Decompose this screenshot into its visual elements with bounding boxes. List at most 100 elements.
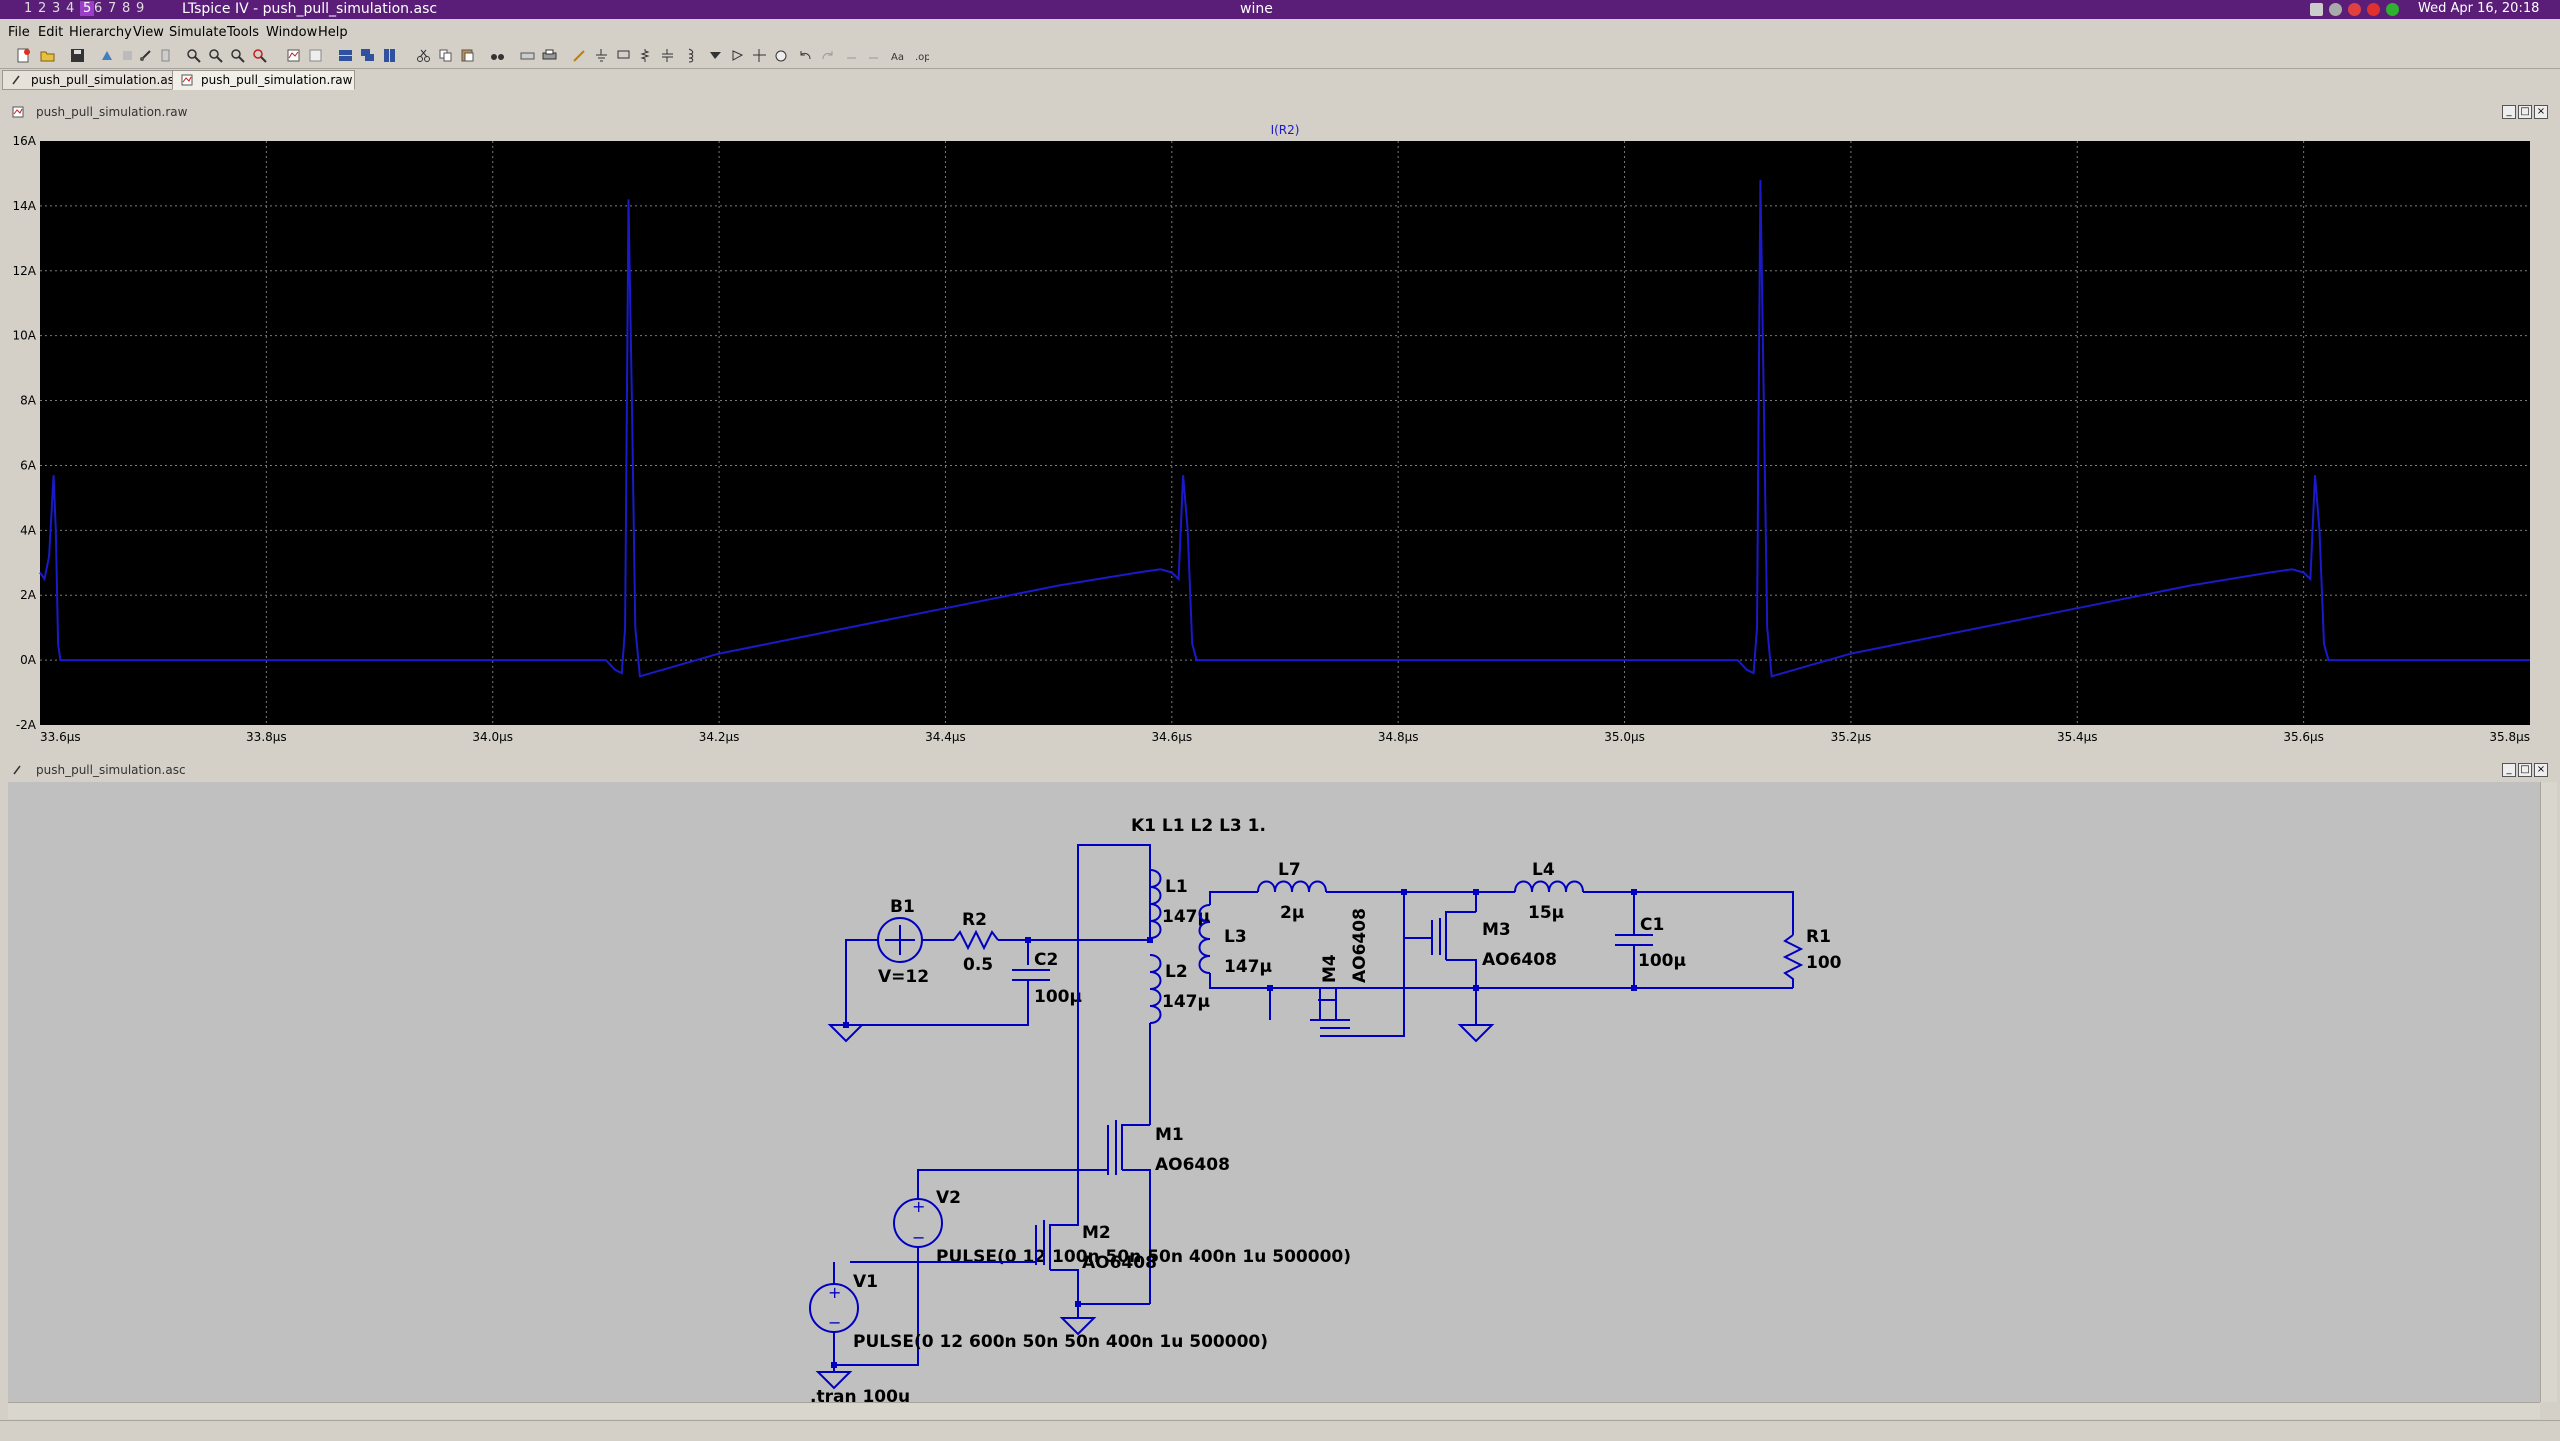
minimize-icon[interactable]: _ bbox=[2502, 105, 2516, 119]
resistor-r2[interactable] bbox=[953, 929, 999, 951]
pause-icon[interactable] bbox=[158, 48, 173, 63]
system-tray[interactable] bbox=[2310, 3, 2399, 16]
schematic-canvas[interactable]: K1 L1 L2 L3 1. B1 V=12 R2 0.5 C2 100µ L1… bbox=[8, 782, 2548, 1407]
workspace-2[interactable]: 2 bbox=[38, 1, 46, 16]
pan-icon[interactable] bbox=[208, 48, 223, 63]
schematic-vertical-scrollbar[interactable] bbox=[2540, 782, 2557, 1402]
m3-label: M3 bbox=[1482, 920, 1511, 940]
plot-background[interactable] bbox=[40, 141, 2530, 725]
label-net-icon[interactable] bbox=[616, 48, 631, 63]
mark-icon[interactable] bbox=[308, 48, 323, 63]
menu-help[interactable]: Help bbox=[318, 25, 348, 40]
active-window-title: LTspice IV - push_pull_simulation.asc bbox=[182, 1, 438, 17]
waveform-plot[interactable]: -2A 0A 2A 4A 6A 8A 10A 12A 14A 16A 33.6µs 33.8µs 34… bbox=[0, 122, 2560, 752]
schematic-drawing[interactable]: K1 L1 L2 L3 1. B1 V=12 R2 0.5 C2 100µ L1… bbox=[8, 782, 2540, 1407]
drag-icon[interactable] bbox=[774, 48, 789, 63]
trace-label[interactable]: I(R2) bbox=[1271, 123, 1300, 137]
control-panel-icon[interactable] bbox=[100, 48, 115, 63]
workspace-8[interactable]: 8 bbox=[122, 1, 130, 16]
close-icon[interactable]: × bbox=[2534, 105, 2548, 119]
maximize-icon[interactable]: □ bbox=[2518, 763, 2532, 777]
print-icon[interactable] bbox=[542, 48, 557, 63]
capacitor-c2[interactable] bbox=[846, 969, 1050, 1026]
plot-window-title: push_pull_simulation.raw bbox=[36, 105, 188, 119]
tab-schematic[interactable]: push_pull_simulation.asc bbox=[2, 70, 181, 90]
mosfet-m1[interactable]: M1 AO6408 bbox=[1078, 1120, 1230, 1304]
text-icon[interactable]: Aa bbox=[890, 48, 905, 63]
coupling-directive[interactable]: K1 L1 L2 L3 1. bbox=[1131, 816, 1266, 836]
rotate-icon[interactable] bbox=[844, 48, 859, 63]
resistor-r1[interactable] bbox=[1782, 934, 1804, 988]
l2-value: 147µ bbox=[1162, 992, 1210, 1012]
source-b1[interactable]: B1 V=12 bbox=[877, 897, 929, 987]
network-icon[interactable] bbox=[2329, 3, 2342, 16]
redo-icon[interactable] bbox=[820, 48, 835, 63]
capacitor-c1[interactable] bbox=[1615, 892, 1653, 988]
close-icon[interactable]: × bbox=[2534, 763, 2548, 777]
run-icon[interactable] bbox=[138, 48, 153, 63]
spice-directive-icon[interactable]: .op bbox=[914, 48, 929, 63]
update-icon[interactable] bbox=[2386, 3, 2399, 16]
menu-edit[interactable]: Edit bbox=[38, 25, 63, 40]
zoom-fit-icon[interactable] bbox=[252, 48, 267, 63]
source-v1[interactable]: + − V1 PULSE(0 12 600n 50n 50n 400n 1u 5… bbox=[809, 1262, 1268, 1352]
menu-view[interactable]: View bbox=[133, 25, 164, 40]
clock[interactable]: Wed Apr 16, 20:18 bbox=[2418, 1, 2539, 16]
mirror-icon[interactable] bbox=[866, 48, 881, 63]
new-schematic-icon[interactable] bbox=[16, 48, 31, 63]
paste-icon[interactable] bbox=[460, 48, 475, 63]
autorange-icon[interactable] bbox=[286, 48, 301, 63]
schematic-horizontal-scrollbar[interactable] bbox=[8, 1402, 2540, 1419]
undo-icon[interactable] bbox=[798, 48, 813, 63]
workspace-4[interactable]: 4 bbox=[66, 1, 74, 16]
menu-tools[interactable]: Tools bbox=[227, 25, 259, 40]
power-icon[interactable] bbox=[2367, 3, 2380, 16]
cut-icon[interactable] bbox=[416, 48, 431, 63]
inductor-l2[interactable] bbox=[1149, 954, 1162, 1024]
waveform-viewer[interactable]: -2A 0A 2A 4A 6A 8A 10A 12A 14A 16A 33.6µs 33.8µs 34… bbox=[0, 122, 2560, 752]
find-icon[interactable] bbox=[490, 48, 505, 63]
workspace-1[interactable]: 1 bbox=[24, 1, 32, 16]
workspace-5[interactable]: 5 bbox=[80, 1, 95, 16]
tran-directive[interactable]: .tran 100u bbox=[810, 1387, 910, 1407]
svg-text:Aa: Aa bbox=[891, 52, 904, 63]
tab-waveform[interactable]: push_pull_simulation.raw bbox=[172, 70, 355, 90]
bluetooth-icon[interactable] bbox=[2348, 3, 2361, 16]
menu-file[interactable]: File bbox=[8, 25, 30, 40]
schematic-window-titlebar[interactable]: push_pull_simulation.asc _ □ × bbox=[8, 762, 2556, 778]
resistor-icon[interactable] bbox=[638, 48, 653, 63]
workspace-7[interactable]: 7 bbox=[108, 1, 116, 16]
draw-wire-icon[interactable] bbox=[572, 48, 587, 63]
workspace-9[interactable]: 9 bbox=[136, 1, 144, 16]
zoom-in-icon[interactable] bbox=[186, 48, 201, 63]
tile-horizontal-icon[interactable] bbox=[338, 48, 353, 63]
inductor-l1[interactable] bbox=[1149, 869, 1162, 939]
diode-icon[interactable] bbox=[708, 48, 723, 63]
copy-icon[interactable] bbox=[438, 48, 453, 63]
ground-icon[interactable] bbox=[594, 48, 609, 63]
plot-window-titlebar[interactable]: push_pull_simulation.raw _ □ × bbox=[8, 104, 2556, 120]
mosfet-m3[interactable]: M3 AO6408 bbox=[1270, 892, 1557, 1043]
menu-simulate[interactable]: Simulate bbox=[169, 25, 226, 40]
keyboard-icon[interactable] bbox=[2310, 3, 2323, 16]
capacitor-icon[interactable] bbox=[660, 48, 675, 63]
save-icon[interactable] bbox=[70, 48, 85, 63]
menu-hierarchy[interactable]: Hierarchy bbox=[69, 25, 132, 40]
maximize-icon[interactable]: □ bbox=[2518, 105, 2532, 119]
workspace-6[interactable]: 6 bbox=[94, 1, 102, 16]
open-icon[interactable] bbox=[40, 48, 55, 63]
move-icon[interactable] bbox=[752, 48, 767, 63]
minimize-icon[interactable]: _ bbox=[2502, 763, 2516, 777]
workspace-3[interactable]: 3 bbox=[52, 1, 60, 16]
zoom-out-icon[interactable] bbox=[230, 48, 245, 63]
inductor-l7[interactable] bbox=[1257, 880, 1327, 893]
inductor-icon[interactable] bbox=[682, 48, 697, 63]
component-icon[interactable] bbox=[730, 48, 745, 63]
cascade-icon[interactable] bbox=[360, 48, 375, 63]
halt-icon[interactable] bbox=[120, 48, 135, 63]
tile-vertical-icon[interactable] bbox=[382, 48, 397, 63]
y-tick-label: 6A bbox=[20, 458, 37, 472]
print-setup-icon[interactable] bbox=[520, 48, 535, 63]
inductor-l4[interactable] bbox=[1514, 880, 1584, 893]
menu-window[interactable]: Window bbox=[266, 25, 317, 40]
